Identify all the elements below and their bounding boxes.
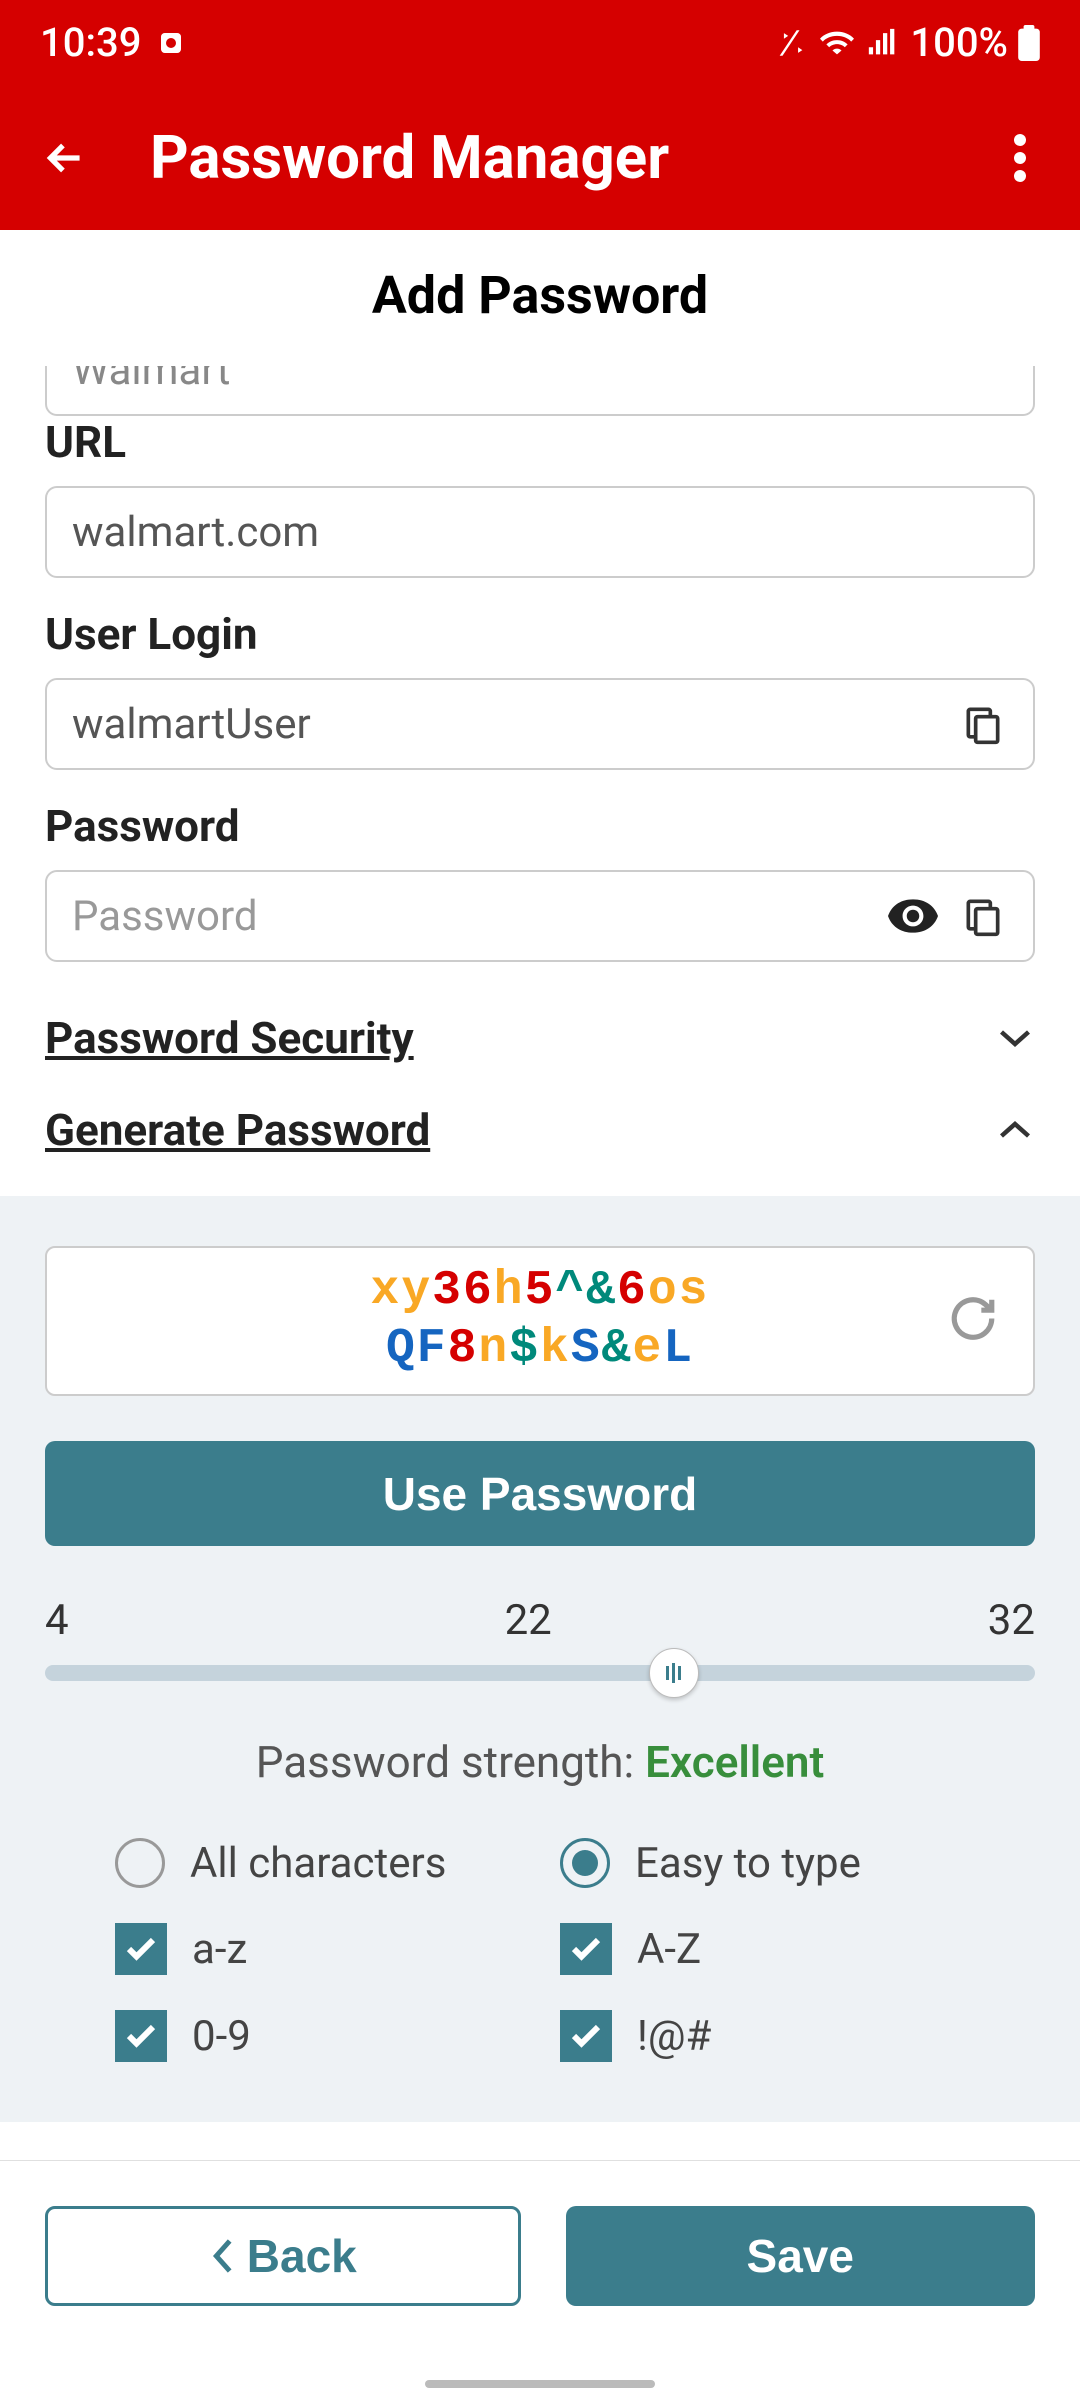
generated-password-display: xy36h5^&6osQF8n$kS&eL xyxy=(45,1246,1035,1396)
option-lowercase-label: a-z xyxy=(192,1925,247,1974)
home-indicator[interactable] xyxy=(425,2380,655,2388)
use-password-button[interactable]: Use Password xyxy=(45,1441,1035,1546)
form-scroll-area[interactable]: Walmart URL walmart.com User Login walma… xyxy=(0,366,1080,2296)
name-input[interactable]: Walmart xyxy=(45,366,1035,416)
checkbox-checked-icon xyxy=(115,2010,167,2062)
password-security-toggle[interactable]: Password Security xyxy=(45,992,1035,1084)
status-bar: 10:39 100% xyxy=(0,0,1080,85)
checkbox-checked-icon xyxy=(560,1923,612,1975)
password-input[interactable]: Password xyxy=(45,870,1035,962)
copy-login-button[interactable] xyxy=(958,699,1008,749)
option-symbols-label: !@# xyxy=(637,2012,711,2061)
chevron-up-icon xyxy=(995,1110,1035,1150)
strength-value: Excellent xyxy=(645,1736,824,1788)
slider-labels: 4 22 32 xyxy=(45,1596,1035,1645)
slider-value: 22 xyxy=(505,1596,552,1645)
login-label: User Login xyxy=(45,608,1035,660)
radio-checked-icon xyxy=(560,1838,610,1888)
signal-icon xyxy=(866,26,900,60)
more-menu-button[interactable] xyxy=(990,128,1050,188)
back-arrow-button[interactable] xyxy=(30,123,100,193)
back-button[interactable]: Back xyxy=(45,2206,521,2306)
slider-min: 4 xyxy=(45,1596,69,1645)
generate-password-toggle[interactable]: Generate Password xyxy=(45,1084,1035,1176)
strength-row: Password strength: Excellent xyxy=(45,1736,1035,1788)
option-easy-to-type-label: Easy to type xyxy=(635,1839,861,1888)
battery-icon xyxy=(1018,25,1040,61)
toggle-visibility-button[interactable] xyxy=(888,891,938,941)
checkbox-checked-icon xyxy=(115,1923,167,1975)
option-symbols[interactable]: !@# xyxy=(560,2010,965,2062)
password-placeholder: Password xyxy=(72,892,888,941)
app-title: Password Manager xyxy=(150,122,990,193)
copy-password-button[interactable] xyxy=(958,891,1008,941)
generated-password-text: xy36h5^&6osQF8n$kS&eL xyxy=(371,1263,710,1378)
back-button-label: Back xyxy=(247,2229,357,2283)
option-easy-to-type[interactable]: Easy to type xyxy=(560,1838,965,1888)
option-uppercase[interactable]: A-Z xyxy=(560,1923,965,1975)
chevron-left-icon xyxy=(209,2236,237,2276)
url-value: walmart.com xyxy=(72,508,1008,557)
app-notification-icon xyxy=(156,28,186,58)
checkbox-checked-icon xyxy=(560,2010,612,2062)
bottom-bar: Back Save xyxy=(0,2160,1080,2400)
url-label: URL xyxy=(45,416,1035,468)
app-bar: Password Manager xyxy=(0,85,1080,230)
generate-password-label: Generate Password xyxy=(45,1104,430,1156)
password-security-label: Password Security xyxy=(45,1012,414,1064)
status-battery-text: 100% xyxy=(910,19,1008,66)
vibrate-icon xyxy=(774,26,808,60)
option-digits-label: 0-9 xyxy=(192,2012,251,2061)
chevron-down-icon xyxy=(995,1018,1035,1058)
option-all-characters-label: All characters xyxy=(190,1839,446,1888)
name-value: Walmart xyxy=(72,366,230,395)
strength-label: Password strength: xyxy=(256,1736,645,1788)
length-slider[interactable] xyxy=(45,1665,1035,1681)
option-all-characters[interactable]: All characters xyxy=(115,1838,520,1888)
option-lowercase[interactable]: a-z xyxy=(115,1923,520,1975)
page-title: Add Password xyxy=(0,230,1080,366)
save-button[interactable]: Save xyxy=(566,2206,1036,2306)
login-input[interactable]: walmartUser xyxy=(45,678,1035,770)
status-time: 10:39 xyxy=(40,19,141,66)
regenerate-button[interactable] xyxy=(948,1294,1003,1349)
slider-thumb[interactable] xyxy=(649,1648,699,1698)
generator-panel: xy36h5^&6osQF8n$kS&eL Use Password 4 22 … xyxy=(0,1196,1080,2122)
radio-unchecked-icon xyxy=(115,1838,165,1888)
url-input[interactable]: walmart.com xyxy=(45,486,1035,578)
option-uppercase-label: A-Z xyxy=(637,1925,701,1974)
slider-max: 32 xyxy=(988,1596,1035,1645)
option-digits[interactable]: 0-9 xyxy=(115,2010,520,2062)
wifi-icon xyxy=(818,26,856,60)
password-label: Password xyxy=(45,800,1035,852)
login-value: walmartUser xyxy=(72,700,958,749)
